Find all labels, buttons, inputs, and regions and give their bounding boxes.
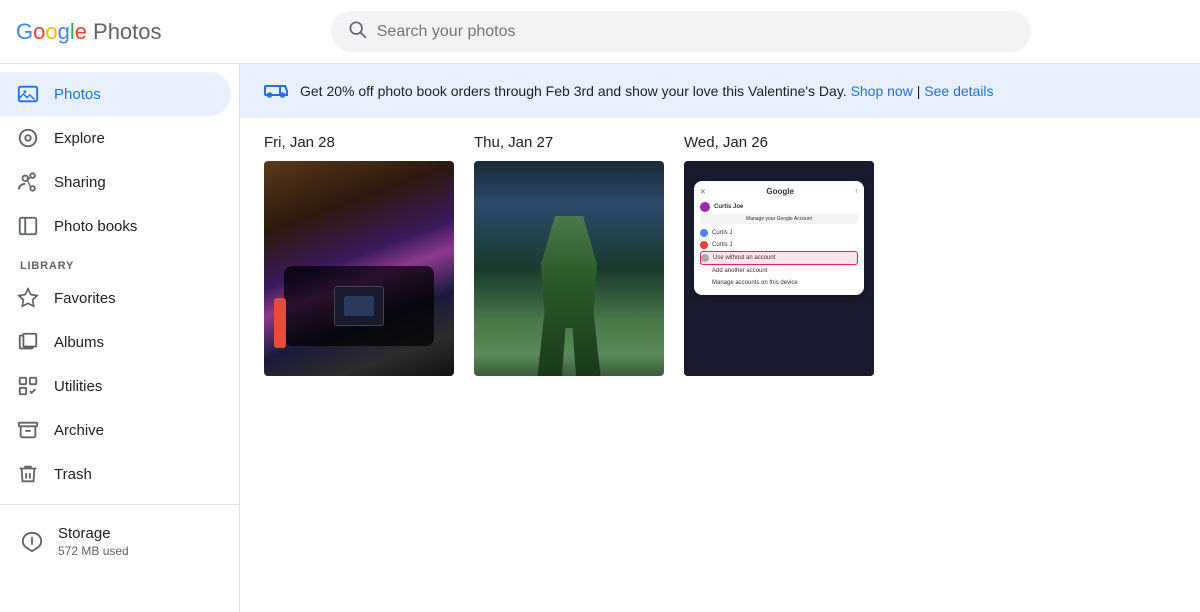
- search-bar[interactable]: [331, 11, 1031, 52]
- storage-label: Storage: [58, 525, 129, 542]
- date-section-jan26: Wed, Jan 26 ✕ Google ↑: [684, 134, 874, 376]
- storage-used: 572 MB used: [58, 544, 129, 558]
- logo-text: Google: [16, 19, 87, 45]
- star-icon: [16, 286, 40, 310]
- mini-account-modal: ✕ Google ↑ Curtis Joe Manage your Google: [694, 181, 864, 295]
- date-section-jan28: Fri, Jan 28: [264, 134, 454, 376]
- sidebar-item-utilities[interactable]: Utilities: [0, 364, 231, 408]
- sidebar-item-favorites-label: Favorites: [54, 290, 116, 307]
- trash-icon: [16, 462, 40, 486]
- library-section-label: LIBRARY: [0, 248, 239, 276]
- see-details-link[interactable]: See details: [924, 83, 993, 99]
- sidebar-item-albums[interactable]: Albums: [0, 320, 231, 364]
- sidebar-item-photos-label: Photos: [54, 86, 101, 103]
- main-layout: Photos Explore Sharing Photo books LIBRA…: [0, 64, 1200, 612]
- storage-icon: [20, 530, 44, 554]
- utilities-icon: [16, 374, 40, 398]
- promo-text: Get 20% off photo book orders through Fe…: [300, 83, 994, 99]
- photo-thumb-jan26[interactable]: ✕ Google ↑ Curtis Joe Manage your Google: [684, 161, 874, 376]
- sidebar-item-sharing[interactable]: Sharing: [0, 160, 231, 204]
- delivery-icon: [264, 76, 288, 106]
- sidebar-item-trash[interactable]: Trash: [0, 452, 231, 496]
- sidebar-item-explore[interactable]: Explore: [0, 116, 231, 160]
- sidebar-item-sharing-label: Sharing: [54, 174, 106, 191]
- photos-icon: [16, 82, 40, 106]
- photo-thumb-jan27[interactable]: [474, 161, 664, 376]
- archive-icon: [16, 418, 40, 442]
- date-label-jan27: Thu, Jan 27: [474, 134, 664, 151]
- search-input[interactable]: [377, 23, 1015, 41]
- main-content: Get 20% off photo book orders through Fe…: [240, 64, 1200, 612]
- sidebar-item-archive-label: Archive: [54, 422, 104, 439]
- search-icon: [347, 19, 367, 44]
- sidebar-item-explore-label: Explore: [54, 130, 105, 147]
- date-label-jan26: Wed, Jan 26: [684, 134, 874, 151]
- sidebar-item-photo-books-label: Photo books: [54, 218, 137, 235]
- sharing-icon: [16, 170, 40, 194]
- date-label-jan28: Fri, Jan 28: [264, 134, 454, 151]
- photos-dates-row: Fri, Jan 28 Thu, Jan 27: [240, 118, 1200, 392]
- shop-now-link[interactable]: Shop now: [851, 83, 913, 99]
- app-header: Google Photos: [0, 0, 1200, 64]
- sidebar-item-albums-label: Albums: [54, 334, 104, 351]
- storage-section[interactable]: Storage 572 MB used: [0, 513, 239, 570]
- sidebar-item-archive[interactable]: Archive: [0, 408, 231, 452]
- photo-thumb-jan28[interactable]: [264, 161, 454, 376]
- sidebar-item-photo-books[interactable]: Photo books: [0, 204, 231, 248]
- sidebar: Photos Explore Sharing Photo books LIBRA…: [0, 64, 240, 612]
- book-icon: [16, 214, 40, 238]
- sidebar-divider: [0, 504, 239, 505]
- sidebar-item-photos[interactable]: Photos: [0, 72, 231, 116]
- logo-photos-text: Photos: [93, 19, 162, 45]
- app-logo[interactable]: Google Photos: [16, 19, 162, 45]
- sidebar-item-utilities-label: Utilities: [54, 378, 102, 395]
- explore-icon: [16, 126, 40, 150]
- album-icon: [16, 330, 40, 354]
- promo-banner: Get 20% off photo book orders through Fe…: [240, 64, 1200, 118]
- date-section-jan27: Thu, Jan 27: [474, 134, 664, 376]
- sidebar-item-favorites[interactable]: Favorites: [0, 276, 231, 320]
- sidebar-item-trash-label: Trash: [54, 466, 92, 483]
